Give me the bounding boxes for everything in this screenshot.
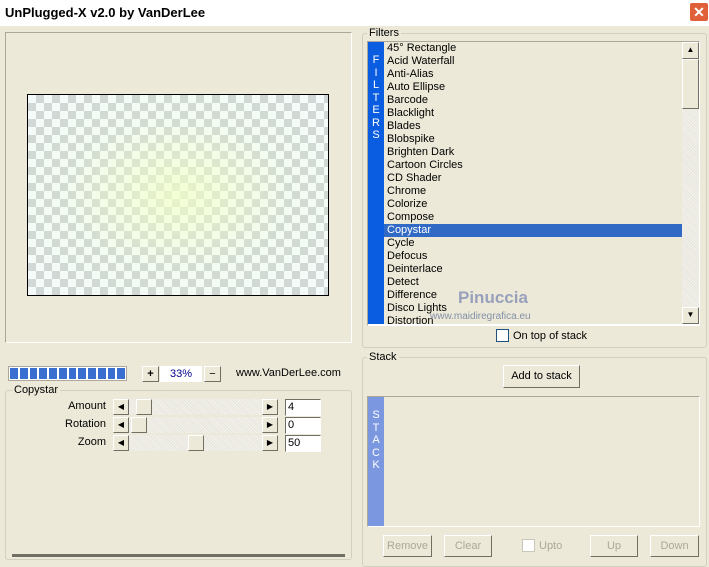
filter-item[interactable]: CD Shader <box>384 172 683 185</box>
clear-button[interactable]: Clear <box>444 535 492 557</box>
side-bar-letter: L <box>372 79 380 91</box>
side-bar-letter: R <box>372 116 380 129</box>
on-top-checkbox[interactable] <box>496 329 509 342</box>
filter-item[interactable]: Compose <box>384 211 683 224</box>
filter-item[interactable]: Auto Ellipse <box>384 81 683 94</box>
filters-scrollbar[interactable]: ▲ ▼ <box>682 42 699 324</box>
progress-segment <box>88 368 96 379</box>
progress-segment <box>68 368 77 379</box>
remove-button[interactable]: Remove <box>383 535 432 557</box>
progress-segment <box>117 368 125 379</box>
progress-segment <box>97 368 106 379</box>
params-group-label: Copystar <box>12 384 61 396</box>
up-button[interactable]: Up <box>590 535 638 557</box>
filter-item[interactable]: Copystar <box>384 224 683 237</box>
slider-thumb[interactable] <box>187 435 204 451</box>
stack-group-label: Stack <box>367 351 399 363</box>
side-bar-letter: F <box>372 54 380 66</box>
filter-item[interactable]: Barcode <box>384 94 683 107</box>
slider-left-button[interactable]: ◀ <box>113 435 129 451</box>
add-to-stack-button[interactable]: Add to stack <box>503 365 580 388</box>
side-bar-letter: T <box>372 91 380 104</box>
slider-label: Amount <box>68 400 106 412</box>
slider-right-button[interactable]: ▶ <box>262 399 278 415</box>
side-bar-letter: I <box>374 66 378 79</box>
side-bar-letter: S <box>372 129 380 141</box>
preview-image <box>27 94 329 296</box>
slider-track[interactable] <box>129 435 262 451</box>
upto-checkbox[interactable] <box>522 539 535 552</box>
progress-segment <box>107 368 116 379</box>
upto-label: Upto <box>539 540 563 552</box>
slider-label: Rotation <box>65 418 106 430</box>
side-bar-letter: E <box>372 104 380 116</box>
slider-track[interactable] <box>129 417 262 433</box>
filters-side-bar: FILTERS <box>368 42 384 324</box>
close-button[interactable]: ✕ <box>689 2 709 22</box>
preview-effect <box>28 95 328 295</box>
slider-track[interactable] <box>129 399 262 415</box>
stack-side-bar: STACK <box>368 397 384 526</box>
stack-list[interactable] <box>367 396 700 527</box>
progress-segment <box>10 368 18 379</box>
filter-item[interactable]: Blacklight <box>384 107 683 120</box>
separator <box>12 554 345 557</box>
progress-segment <box>19 368 28 379</box>
slider-label: Zoom <box>77 436 106 448</box>
side-bar-letter: C <box>372 446 380 459</box>
watermark-name: Pinuccia <box>458 288 528 307</box>
progress-segment <box>58 368 67 379</box>
zoom-level: 33% <box>160 366 202 382</box>
side-bar-letter: K <box>372 459 380 471</box>
down-button[interactable]: Down <box>650 535 699 557</box>
slider-value-field[interactable]: 50 <box>285 435 321 452</box>
watermark-url: www.maidiregrafica.eu <box>430 311 531 322</box>
filter-item[interactable]: Colorize <box>384 198 683 211</box>
filter-item[interactable]: Blobspike <box>384 133 683 146</box>
side-bar-letter: S <box>372 409 380 421</box>
filter-item[interactable]: Chrome <box>384 185 683 198</box>
side-bar-letter: T <box>372 421 380 434</box>
filter-item[interactable]: Cartoon Circles <box>384 159 683 172</box>
progress-segment <box>39 368 47 379</box>
filter-item[interactable]: Brighten Dark <box>384 146 683 159</box>
side-bar-letter: A <box>372 434 380 446</box>
website-link[interactable]: www.VanDerLee.com <box>236 367 341 379</box>
filter-item[interactable]: 45° Rectangle <box>384 42 683 55</box>
progress-segment <box>78 368 86 379</box>
scroll-thumb[interactable] <box>682 59 699 109</box>
filters-group-label: Filters <box>367 27 401 39</box>
filters-list[interactable]: 45° Rectangle Acid Waterfall Anti-Alias Aut… <box>384 42 683 324</box>
window-title: UnPlugged-X v2.0 by VanDerLee <box>5 5 206 20</box>
filter-item[interactable]: Cycle <box>384 237 683 250</box>
filter-item[interactable]: Defocus <box>384 250 683 263</box>
slider-right-button[interactable]: ▶ <box>262 435 278 451</box>
filter-item[interactable]: Deinterlace <box>384 263 683 276</box>
slider-left-button[interactable]: ◀ <box>113 417 129 433</box>
filter-item[interactable]: Anti-Alias <box>384 68 683 81</box>
zoom-out-button[interactable]: − <box>204 366 221 382</box>
progress-segment <box>49 368 57 379</box>
slider-thumb[interactable] <box>135 399 152 415</box>
progress-bar <box>8 366 127 381</box>
zoom-in-button[interactable]: + <box>142 366 159 382</box>
filter-item[interactable]: Distortion <box>384 315 683 324</box>
slider-value-field[interactable]: 0 <box>285 417 321 434</box>
on-top-label: On top of stack <box>513 330 587 342</box>
slider-value-field[interactable]: 4 <box>285 399 321 416</box>
title-bar: UnPlugged-X v2.0 by VanDerLee ✕ <box>0 0 709 26</box>
slider-thumb[interactable] <box>131 417 147 433</box>
slider-right-button[interactable]: ▶ <box>262 417 278 433</box>
filter-item[interactable]: Detect <box>384 276 683 289</box>
slider-left-button[interactable]: ◀ <box>113 399 129 415</box>
filter-item[interactable]: Blades <box>384 120 683 133</box>
scroll-down-button[interactable]: ▼ <box>682 307 699 324</box>
scroll-up-button[interactable]: ▲ <box>682 42 699 59</box>
filter-item[interactable]: Acid Waterfall <box>384 55 683 68</box>
filter-item[interactable]: Difference <box>384 289 683 302</box>
progress-segment <box>29 368 38 379</box>
filter-item[interactable]: Disco Lights <box>384 302 683 315</box>
